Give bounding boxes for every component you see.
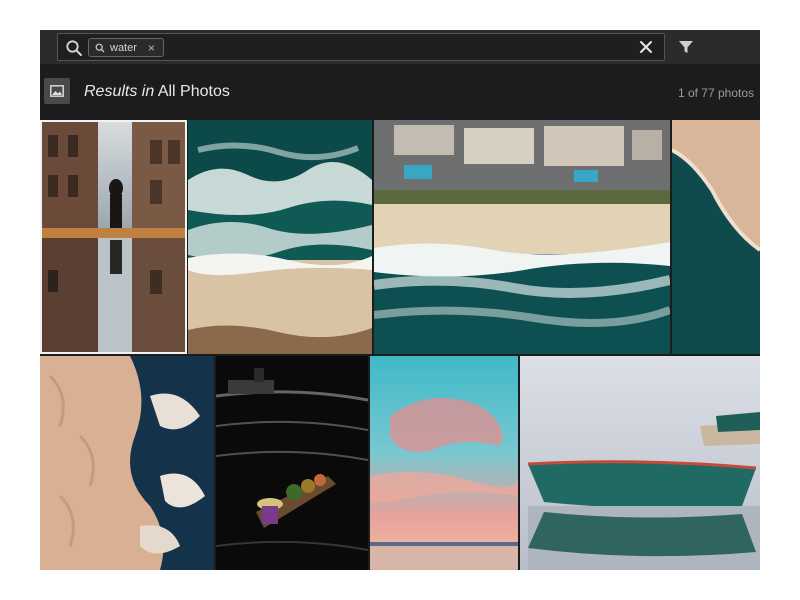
search-bar: water × (40, 30, 760, 64)
alley-reflection-photo[interactable] (40, 120, 187, 354)
chip-search-icon (95, 43, 105, 52)
filter-icon[interactable] (678, 39, 694, 55)
sunset-sky-photo[interactable] (370, 356, 518, 570)
results-header: Results in All Photos 1 of 77 photos (40, 64, 760, 120)
results-title: Results in All Photos (84, 83, 230, 101)
aerial-waves-photo[interactable] (188, 120, 372, 354)
search-token-label: water (110, 41, 137, 54)
search-icon (66, 40, 82, 56)
photo-search-app: water × Results in All Photos 1 of 77 ph… (40, 30, 760, 570)
results-count: 1 of 77 photos (677, 86, 754, 100)
chip-remove-icon[interactable]: × (148, 42, 155, 54)
aerial-desert-lake-photo[interactable] (40, 356, 214, 570)
sand-coast-photo[interactable] (672, 120, 760, 354)
search-token-chip[interactable]: water × (88, 38, 164, 57)
results-scope: All Photos (157, 83, 230, 100)
search-field[interactable]: water × (57, 33, 665, 61)
clear-search-icon[interactable] (638, 39, 654, 55)
aerial-beach-resort-photo[interactable] (374, 120, 670, 354)
boat-on-river-photo[interactable] (216, 356, 368, 570)
green-boats-photo[interactable] (520, 356, 760, 570)
results-prefix: Results in (84, 83, 155, 100)
image-icon (44, 78, 70, 104)
